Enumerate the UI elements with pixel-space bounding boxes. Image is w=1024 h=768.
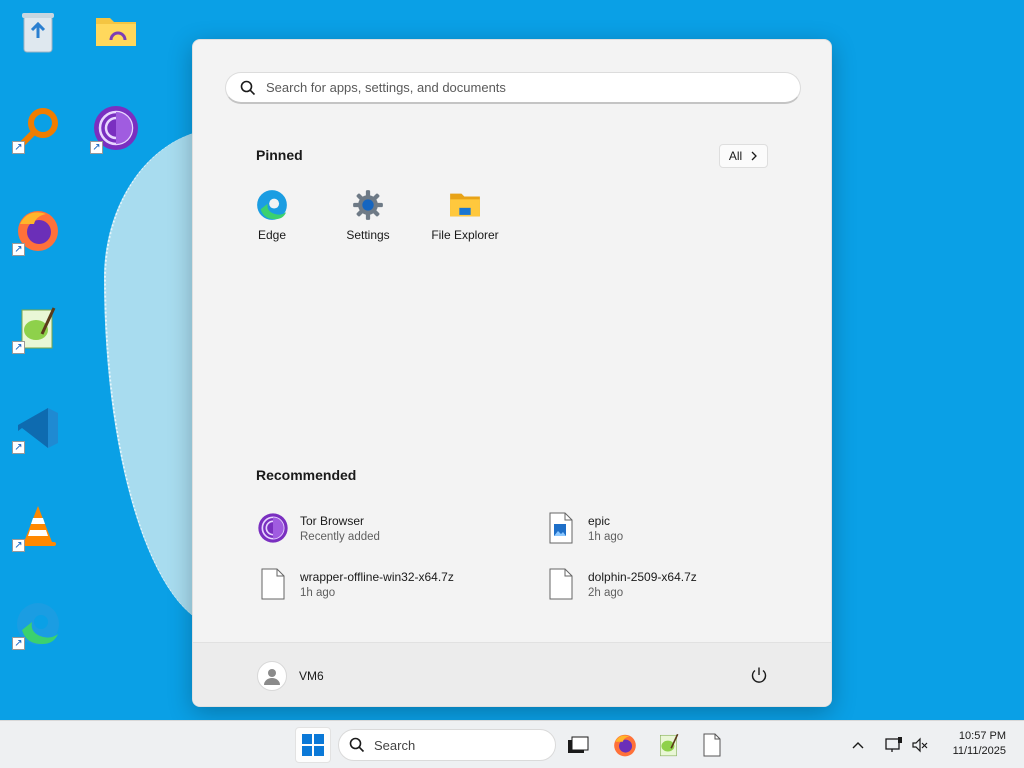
user-icon [264,669,280,685]
start-search-input[interactable] [266,80,766,95]
clock-date: 11/11/2025 [952,745,1006,757]
taskbar-task-view[interactable] [560,727,596,763]
settings-gear-icon [353,190,383,220]
user-account-button[interactable]: VM6 [257,661,324,691]
desktop-firefox[interactable]: ↗ [12,204,64,256]
recommended-item-time: 1h ago [300,586,336,599]
firefox-icon [614,734,636,757]
desktop-tor-browser[interactable]: ↗ [90,102,142,154]
search-icon [240,80,256,95]
recommended-item-name: epic [588,513,611,528]
pinned-item-label: Settings [346,228,390,242]
desktop-edge[interactable]: ↗ [12,598,64,650]
taskbar-search-label: Search [374,737,416,753]
taskbar-search-box[interactable]: Search [338,729,556,761]
shortcut-arrow-icon: ↗ [12,637,25,650]
recommended-item-name: dolphin-2509-x64.7z [588,569,697,584]
recommended-item-name: wrapper-offline-win32-x64.7z [300,569,454,584]
shortcut-arrow-icon: ↗ [12,539,25,552]
search-icon [349,737,365,753]
edge-icon [257,190,287,220]
volume-muted-button[interactable] [906,727,934,763]
image-file-icon [549,512,573,544]
recommended-item-tor-browser[interactable]: Tor Browser Recently added [256,506,516,550]
recommended-item-name: Tor Browser [300,513,365,528]
show-hidden-icons-button[interactable] [844,727,872,763]
windows-logo-icon [302,734,324,756]
pinned-item-label: Edge [257,228,287,242]
recommended-item-time: Recently added [300,530,380,543]
start-search-box[interactable] [225,72,801,104]
network-status-button[interactable] [880,727,908,763]
shortcut-arrow-icon: ↗ [12,243,25,256]
folder-icon [96,18,136,46]
recommended-item-time: 2h ago [588,586,624,599]
shortcut-arrow-icon: ↗ [12,441,25,454]
clock[interactable]: 10:57 PM 11/11/2025 [953,729,1006,759]
recommended-item-dolphin[interactable]: dolphin-2509-x64.7z 2h ago [544,562,804,606]
recommended-item-epic[interactable]: epic 1h ago [544,506,804,550]
desktop-folder-shortcut[interactable] [90,4,142,56]
power-button[interactable] [747,663,771,687]
shortcut-arrow-icon: ↗ [12,141,25,154]
clock-time: 10:57 PM [958,730,1006,742]
tor-browser-icon [258,513,288,543]
pinned-title: Pinned [256,147,303,163]
desktop-vscode[interactable]: ↗ [12,402,64,454]
taskbar-notepad-plus-plus[interactable] [651,727,687,763]
start-menu: Pinned All Edge Settings [192,39,832,707]
chevron-up-icon [852,742,864,749]
desktop-notepad-plus-plus[interactable]: ↗ [12,302,64,354]
all-apps-button[interactable]: All [719,144,768,168]
file-icon [549,568,573,600]
recommended-item-time: 1h ago [588,530,624,543]
pinned-item-label: File Explorer [431,228,499,242]
start-button[interactable] [295,727,331,763]
notepad-plus-plus-icon [660,733,679,757]
pinned-item-file-explorer[interactable]: File Explorer [417,188,513,252]
taskbar: Search 10:57 PM 11/11/2025 [0,720,1024,768]
task-view-icon [568,736,589,753]
shortcut-arrow-icon: ↗ [90,141,103,154]
recommended-item-wrapper-offline[interactable]: wrapper-offline-win32-x64.7z 1h ago [256,562,516,606]
all-apps-label: All [728,149,743,163]
shortcut-arrow-icon: ↗ [12,341,25,354]
folder-icon [450,193,480,217]
recommended-title: Recommended [256,467,357,483]
network-icon [885,737,902,752]
desktop-vlc[interactable]: ↗ [12,500,64,552]
chevron-right-icon [751,151,758,161]
pinned-item-settings[interactable]: Settings [320,188,416,252]
volume-muted-icon [912,737,928,753]
pinned-item-edge[interactable]: Edge [224,188,320,252]
desktop-search-app[interactable]: ↗ [12,102,64,154]
start-menu-footer: VM6 [193,642,831,706]
file-icon [261,568,285,600]
taskbar-notepad[interactable] [694,727,730,763]
power-icon [751,667,767,683]
recycle-bin-icon [22,13,54,53]
desktop-recycle-bin[interactable] [12,6,64,58]
taskbar-firefox[interactable] [607,727,643,763]
user-name: VM6 [299,669,324,683]
avatar [257,661,287,691]
blank-document-icon [703,733,721,757]
